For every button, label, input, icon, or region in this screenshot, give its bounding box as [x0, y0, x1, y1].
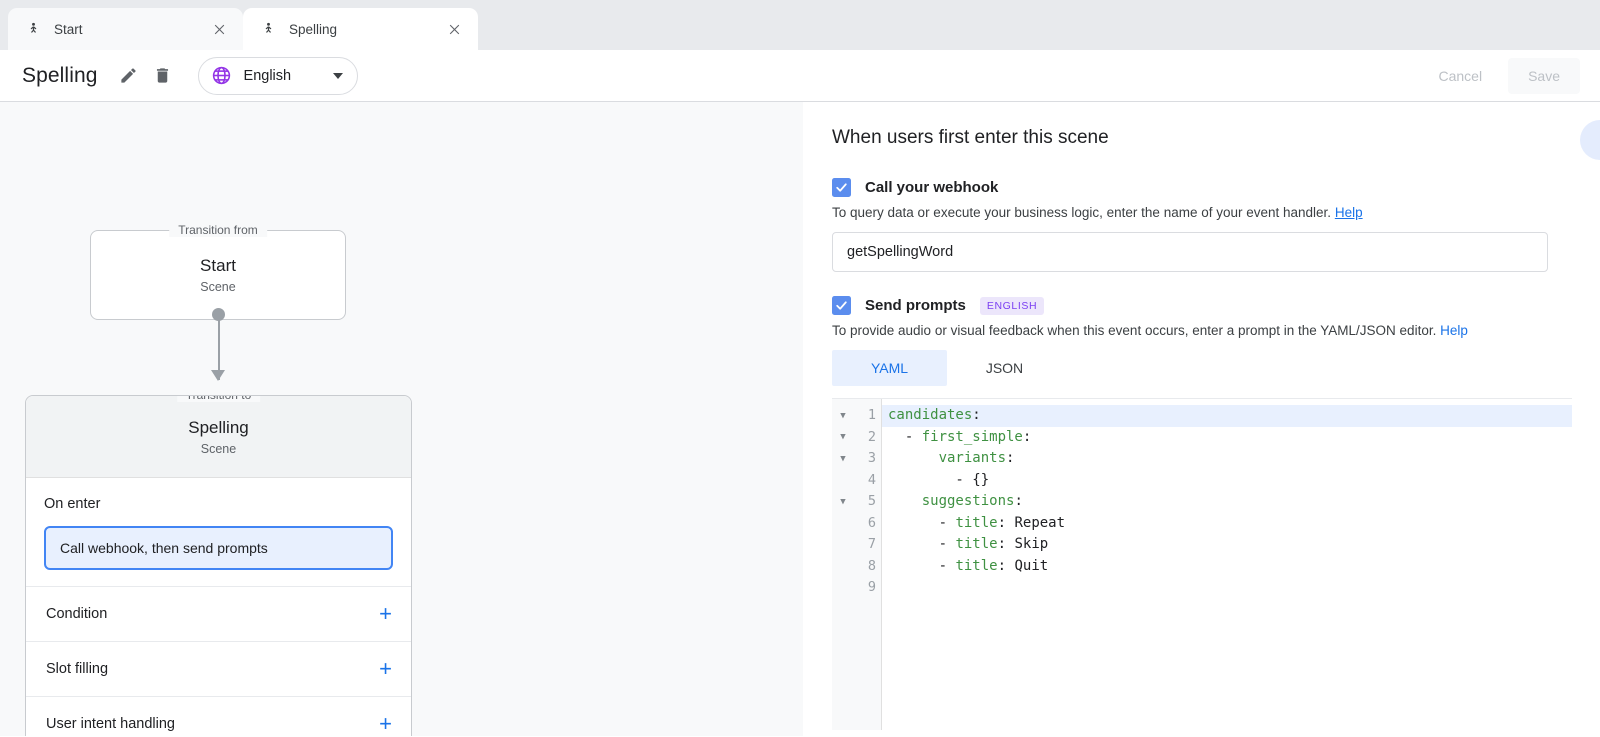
prompts-description-text: To provide audio or visual feedback when…: [832, 323, 1436, 338]
tab-label: Start: [54, 22, 199, 37]
accordion-label: Condition: [46, 606, 379, 622]
transition-to-node[interactable]: Transition to Spelling Scene On enter Ca…: [25, 395, 412, 736]
line-number: 7: [854, 534, 876, 556]
check-icon: [835, 181, 848, 194]
page-title: Spelling: [22, 64, 98, 88]
tab-yaml[interactable]: YAML: [832, 350, 947, 386]
on-enter-handler-chip[interactable]: Call webhook, then send prompts: [44, 526, 393, 570]
webhook-help-link[interactable]: Help: [1335, 205, 1363, 220]
code-line[interactable]: - title: Repeat: [882, 513, 1572, 535]
fold-toggle-icon[interactable]: ▼: [832, 448, 854, 470]
trash-icon[interactable]: [148, 61, 178, 91]
fold-toggle-icon[interactable]: ▼: [832, 491, 854, 513]
code-line[interactable]: - title: Quit: [882, 556, 1572, 578]
prompts-help-link[interactable]: Help: [1440, 323, 1468, 338]
line-number: 1: [854, 405, 876, 427]
accordion-user-intent-handling[interactable]: User intent handling +: [26, 696, 411, 736]
line-number: 4: [854, 470, 876, 492]
pencil-icon[interactable]: [114, 61, 144, 91]
plus-icon[interactable]: +: [379, 713, 392, 735]
check-icon: [835, 299, 848, 312]
accordion-label: User intent handling: [46, 716, 379, 732]
connector-arrow-icon: [211, 370, 225, 381]
line-number: 3: [854, 448, 876, 470]
close-icon[interactable]: [444, 19, 464, 39]
webhook-description: To query data or execute your business l…: [832, 205, 1600, 220]
language-badge: ENGLISH: [980, 297, 1044, 315]
cancel-button[interactable]: Cancel: [1418, 58, 1502, 94]
fold-spacer: [832, 534, 854, 556]
code-line[interactable]: candidates:: [882, 405, 1572, 427]
tab-label: Spelling: [289, 22, 434, 37]
on-enter-section: On enter Call webhook, then send prompts: [26, 478, 411, 586]
code-line[interactable]: variants:: [882, 448, 1572, 470]
fold-spacer: [832, 513, 854, 535]
transition-from-legend: Transition from: [169, 223, 267, 237]
code-line[interactable]: - title: Skip: [882, 534, 1572, 556]
scene-detail-panel: When users first enter this scene Call y…: [803, 102, 1600, 736]
fold-toggle-icon[interactable]: ▼: [832, 405, 854, 427]
from-node-title: Start: [200, 256, 236, 276]
line-number: 2: [854, 427, 876, 449]
tab-spelling[interactable]: Spelling: [243, 8, 478, 50]
to-node-subtitle: Scene: [201, 442, 236, 456]
code-text-area[interactable]: candidates: - first_simple: variants: - …: [882, 399, 1572, 730]
to-node-header: Spelling Scene: [26, 396, 411, 478]
scene-toolbar: Spelling English Cancel Save: [0, 50, 1600, 102]
send-prompts-row[interactable]: Send prompts ENGLISH: [832, 296, 1600, 315]
fold-spacer: [832, 556, 854, 578]
transition-to-legend: Transition to: [177, 395, 261, 402]
detail-title: When users first enter this scene: [832, 127, 1600, 149]
code-line-numbers: 123456789: [854, 399, 882, 730]
tab-start[interactable]: Start: [8, 8, 243, 50]
code-fold-column: ▼▼▼▼: [832, 399, 854, 730]
to-node-title: Spelling: [188, 418, 249, 438]
line-number: 8: [854, 556, 876, 578]
call-webhook-label: Call your webhook: [865, 179, 998, 196]
code-line[interactable]: - {}: [882, 470, 1572, 492]
language-label: English: [244, 68, 317, 84]
close-icon[interactable]: [209, 19, 229, 39]
line-number: 9: [854, 577, 876, 599]
fold-spacer: [832, 577, 854, 599]
event-handler-input[interactable]: [832, 232, 1548, 272]
scene-flow-canvas[interactable]: Transition from Start Scene Transition t…: [0, 102, 803, 736]
browser-tab-bar: Start Spelling: [0, 0, 1600, 50]
accordion-condition[interactable]: Condition +: [26, 586, 411, 641]
globe-icon: [211, 65, 232, 86]
tab-json[interactable]: JSON: [947, 350, 1062, 386]
accordion-label: Slot filling: [46, 661, 379, 677]
prompts-description: To provide audio or visual feedback when…: [832, 323, 1600, 338]
editor-format-tabs: YAML JSON: [832, 350, 1600, 386]
floating-action-circle[interactable]: [1580, 120, 1600, 160]
scene-icon: [24, 20, 42, 38]
from-node-subtitle: Scene: [200, 280, 235, 294]
yaml-code-editor[interactable]: ▼▼▼▼ 123456789 candidates: - first_simpl…: [832, 398, 1572, 730]
call-webhook-row[interactable]: Call your webhook: [832, 178, 1600, 197]
transition-from-node[interactable]: Transition from Start Scene: [90, 230, 346, 320]
send-prompts-label: Send prompts: [865, 297, 966, 314]
on-enter-label: On enter: [44, 496, 393, 512]
chevron-down-icon: [333, 73, 343, 79]
call-webhook-checkbox[interactable]: [832, 178, 851, 197]
send-prompts-checkbox[interactable]: [832, 296, 851, 315]
language-selector[interactable]: English: [198, 57, 358, 95]
save-button[interactable]: Save: [1508, 58, 1580, 94]
code-line[interactable]: [882, 577, 1572, 599]
webhook-description-text: To query data or execute your business l…: [832, 205, 1331, 220]
fold-spacer: [832, 470, 854, 492]
scene-icon: [259, 20, 277, 38]
main-content: Transition from Start Scene Transition t…: [0, 102, 1600, 736]
line-number: 6: [854, 513, 876, 535]
plus-icon[interactable]: +: [379, 603, 392, 625]
accordion-slot-filling[interactable]: Slot filling +: [26, 641, 411, 696]
code-line[interactable]: suggestions:: [882, 491, 1572, 513]
line-number: 5: [854, 491, 876, 513]
fold-toggle-icon[interactable]: ▼: [832, 427, 854, 449]
code-line[interactable]: - first_simple:: [882, 427, 1572, 449]
plus-icon[interactable]: +: [379, 658, 392, 680]
